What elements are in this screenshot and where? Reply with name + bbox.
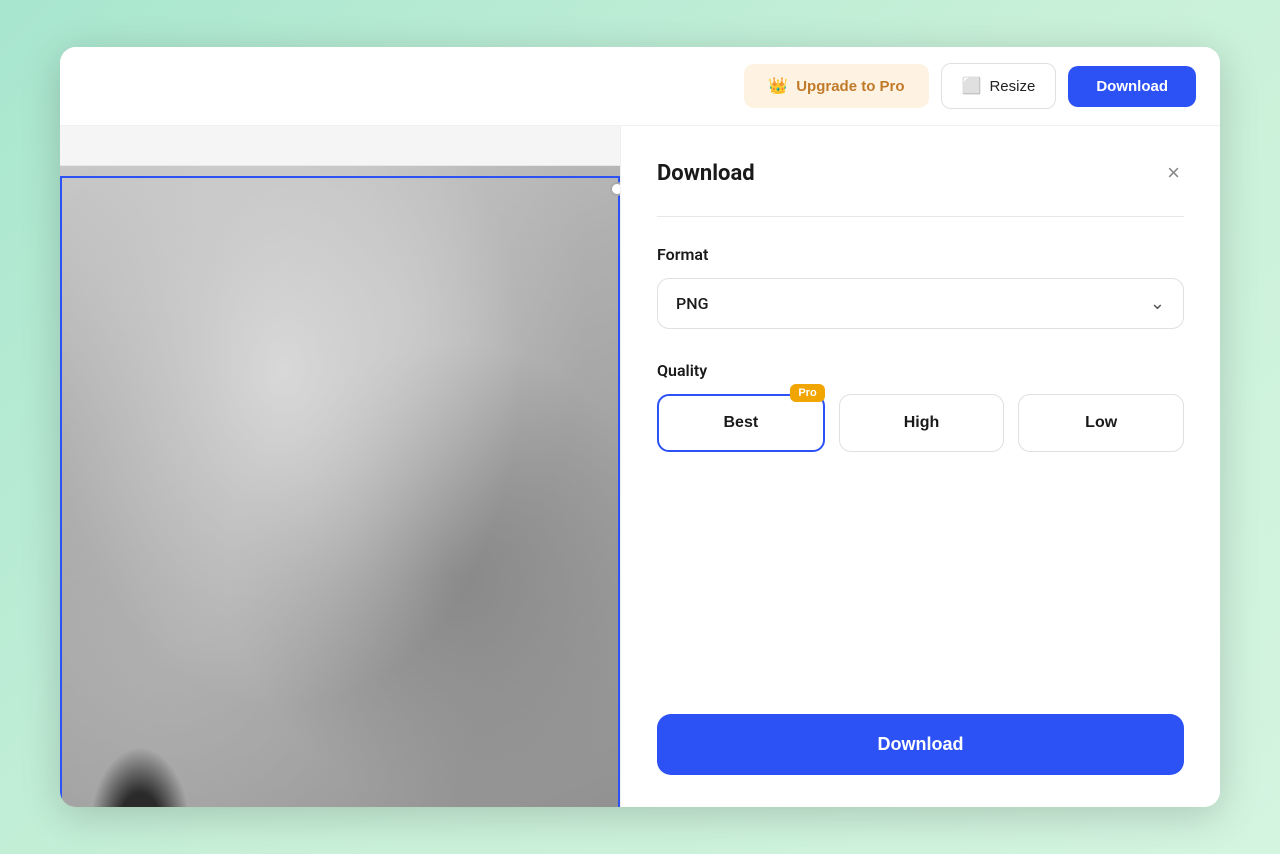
panel-title: Download — [657, 161, 755, 186]
quality-best-button[interactable]: Pro Best — [657, 394, 825, 452]
download-top-button[interactable]: Download — [1068, 66, 1196, 107]
resize-label: Resize — [989, 78, 1035, 95]
format-value: PNG — [676, 294, 708, 313]
app-container: 👑 Upgrade to Pro ⬜ Resize Download — [60, 47, 1220, 807]
panel-header: Download × — [657, 158, 1184, 188]
quality-best-label: Best — [723, 414, 758, 432]
resize-button[interactable]: ⬜ Resize — [941, 63, 1057, 109]
format-section: Format PNG ⌄ — [657, 245, 1184, 361]
main-content: Download × Format PNG ⌄ Quality — [60, 126, 1220, 807]
selection-handle[interactable] — [610, 182, 620, 196]
quality-low-button[interactable]: Low — [1018, 394, 1184, 452]
quality-high-button[interactable]: High — [839, 394, 1005, 452]
image-top-bar — [60, 126, 620, 166]
download-panel: Download × Format PNG ⌄ Quality — [620, 126, 1220, 807]
quality-label: Quality — [657, 361, 1184, 380]
image-canvas — [60, 166, 620, 807]
selection-border — [60, 176, 620, 807]
close-button[interactable]: × — [1163, 158, 1184, 188]
quality-high-label: High — [904, 414, 940, 432]
upgrade-label: Upgrade to Pro — [796, 78, 904, 95]
format-select[interactable]: PNG ⌄ — [657, 278, 1184, 329]
download-main-button[interactable]: Download — [657, 714, 1184, 775]
close-icon: × — [1167, 162, 1180, 184]
toolbar: 👑 Upgrade to Pro ⬜ Resize Download — [60, 47, 1220, 126]
quality-section: Quality Pro Best High Low — [657, 361, 1184, 452]
resize-icon: ⬜ — [962, 76, 982, 96]
upgrade-to-pro-button[interactable]: 👑 Upgrade to Pro — [744, 64, 928, 108]
image-panel — [60, 126, 620, 807]
divider — [657, 216, 1184, 217]
format-label: Format — [657, 245, 1184, 264]
format-select-wrapper: PNG ⌄ — [657, 278, 1184, 329]
crown-icon: 👑 — [768, 76, 788, 96]
quality-low-label: Low — [1085, 414, 1117, 432]
chevron-down-icon: ⌄ — [1150, 293, 1165, 314]
quality-options: Pro Best High Low — [657, 394, 1184, 452]
pro-badge: Pro — [790, 384, 824, 402]
